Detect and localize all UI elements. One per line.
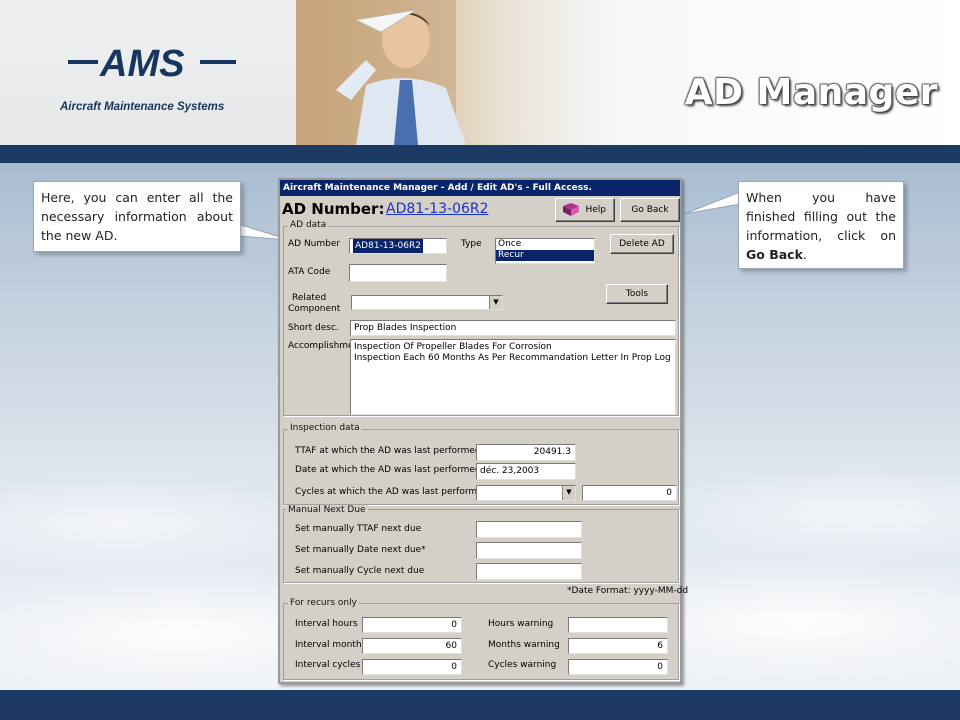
help-button[interactable]: Help bbox=[555, 198, 615, 222]
manual-cycle-field[interactable] bbox=[476, 563, 582, 580]
ad-data-group: AD data AD Number AD81-13-06R2 Type Once… bbox=[283, 220, 679, 416]
callout-left: Here, you can enter all the necessary in… bbox=[33, 181, 241, 252]
callout-right-pointer bbox=[683, 191, 741, 215]
callout-right: When you have finished filling out the i… bbox=[738, 181, 904, 269]
callout-right-text: When you have finished filling out the i… bbox=[746, 190, 896, 243]
accomplishment-textarea[interactable]: Inspection Of Propeller Blades For Corro… bbox=[350, 339, 676, 415]
manual-cycle-label: Set manually Cycle next due bbox=[295, 566, 425, 576]
cycles-warning-field[interactable]: 0 bbox=[568, 659, 668, 675]
inspection-data-group: Inspection data TTAF at which the AD was… bbox=[283, 423, 679, 505]
type-label: Type bbox=[461, 239, 482, 249]
date-last-field[interactable]: déc. 23,2003 bbox=[476, 463, 576, 480]
ad-data-group-label: AD data bbox=[288, 220, 329, 230]
dialog-titlebar: Aircraft Maintenance Manager - Add / Edi… bbox=[280, 180, 680, 196]
callout-right-bold: Go Back bbox=[746, 247, 803, 262]
help-button-label: Help bbox=[585, 205, 606, 215]
related-component-combo[interactable]: ▼ bbox=[351, 295, 503, 310]
type-option-once[interactable]: Once bbox=[496, 239, 594, 250]
cycles-last-combo[interactable]: ▼ bbox=[476, 485, 576, 501]
short-desc-field[interactable]: Prop Blades Inspection bbox=[350, 320, 676, 336]
short-desc-label: Short desc. bbox=[288, 323, 339, 333]
interval-months-label: Interval months bbox=[295, 640, 367, 650]
delete-ad-button[interactable]: Delete AD bbox=[610, 234, 674, 254]
manual-date-field[interactable] bbox=[476, 542, 582, 559]
interval-cycles-field[interactable]: 0 bbox=[362, 659, 462, 675]
ad-number-field[interactable]: AD81-13-06R2 bbox=[349, 238, 447, 254]
ttaf-last-field[interactable]: 20491.3 bbox=[476, 444, 576, 461]
interval-months-field[interactable]: 60 bbox=[362, 638, 462, 654]
manual-ttaf-label: Set manually TTAF next due bbox=[295, 524, 422, 534]
ata-code-label: ATA Code bbox=[288, 267, 331, 277]
ad-number-value: AD81-13-06R2 bbox=[353, 239, 423, 253]
ad-number-heading: AD Number: bbox=[282, 200, 385, 218]
manual-ttaf-field[interactable] bbox=[476, 521, 582, 538]
ad-number-link[interactable]: AD81-13-06R2 bbox=[386, 201, 489, 217]
interval-hours-label: Interval hours bbox=[295, 619, 358, 629]
ata-code-field[interactable] bbox=[349, 264, 447, 282]
help-book-icon bbox=[563, 203, 579, 216]
inspection-data-group-label: Inspection data bbox=[288, 423, 362, 433]
interval-hours-field[interactable]: 0 bbox=[362, 617, 462, 633]
date-last-label: Date at which the AD was last performed* bbox=[295, 465, 486, 475]
hours-warning-field[interactable] bbox=[568, 617, 668, 633]
type-option-recur[interactable]: Recur bbox=[496, 250, 594, 261]
manual-date-label: Set manually Date next due* bbox=[295, 545, 426, 555]
related-component-label-line1: Related bbox=[292, 293, 327, 303]
interval-cycles-label: Interval cycles bbox=[295, 660, 361, 670]
months-warning-label: Months warning bbox=[488, 640, 560, 650]
tools-button[interactable]: Tools bbox=[606, 284, 668, 304]
callout-right-suffix: . bbox=[802, 247, 807, 262]
add-edit-ad-dialog: Aircraft Maintenance Manager - Add / Edi… bbox=[278, 178, 688, 684]
date-format-note: *Date Format: yyyy-MM-dd bbox=[567, 586, 689, 596]
chevron-down-icon[interactable]: ▼ bbox=[489, 296, 502, 309]
cycles-warning-label: Cycles warning bbox=[488, 660, 557, 670]
recurs-group-label: For recurs only bbox=[288, 598, 359, 608]
ad-number-label: AD Number bbox=[288, 239, 341, 249]
related-component-label-line2: Component bbox=[288, 304, 341, 314]
hours-warning-label: Hours warning bbox=[488, 619, 554, 629]
go-back-button[interactable]: Go Back bbox=[620, 198, 680, 222]
manual-next-due-group-label: Manual Next Due bbox=[286, 505, 368, 515]
cycles-last-field[interactable]: 0 bbox=[582, 485, 677, 501]
manual-next-due-group: Manual Next Due Set manually TTAF next d… bbox=[283, 505, 679, 583]
callout-left-text: Here, you can enter all the necessary in… bbox=[41, 190, 233, 243]
type-listbox[interactable]: Once Recur bbox=[495, 238, 595, 264]
accomplishment-line: Inspection Of Propeller Blades For Corro… bbox=[354, 342, 552, 352]
cycles-last-label: Cycles at which the AD was last performe… bbox=[295, 487, 489, 497]
chevron-down-icon[interactable]: ▼ bbox=[562, 486, 575, 500]
ttaf-last-label: TTAF at which the AD was last performed bbox=[295, 446, 481, 456]
months-warning-field[interactable]: 6 bbox=[568, 638, 668, 654]
recurs-group: For recurs only Interval hours 0 Interva… bbox=[283, 598, 679, 680]
accomplishment-line: Inspection Each 60 Months As Per Recomma… bbox=[354, 353, 671, 363]
